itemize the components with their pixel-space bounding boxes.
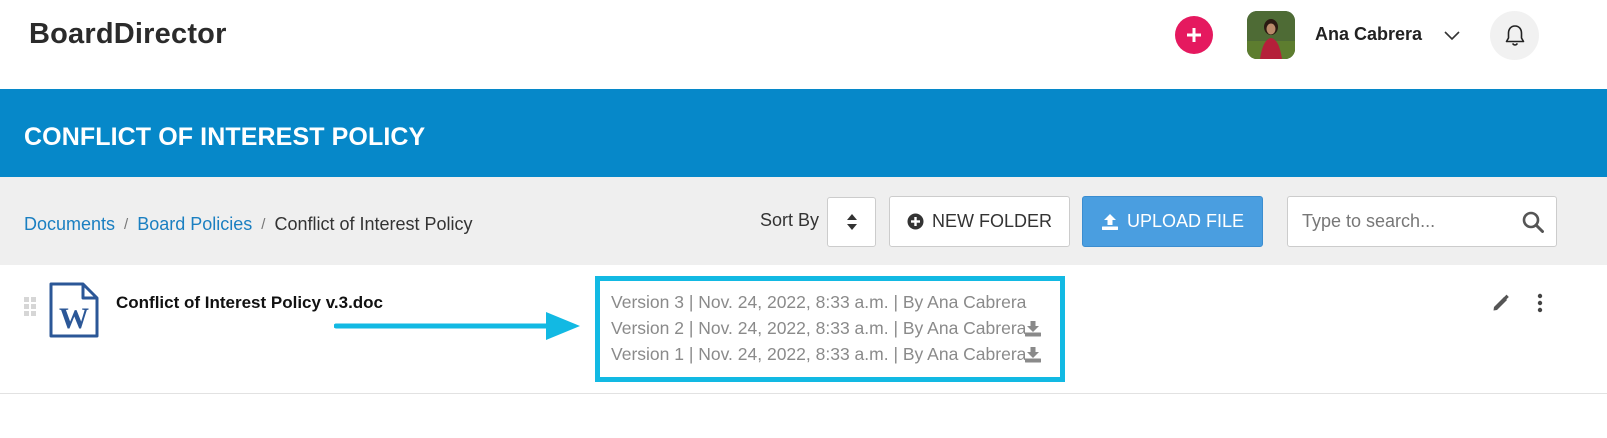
plus-icon bbox=[1187, 28, 1201, 42]
breadcrumb: Documents / Board Policies / Conflict of… bbox=[24, 214, 473, 235]
download-icon[interactable] bbox=[1024, 321, 1042, 337]
versions-highlight-box: Version 3 | Nov. 24, 2022, 8:33 a.m. | B… bbox=[595, 276, 1065, 382]
svg-text:W: W bbox=[59, 302, 89, 335]
drag-handle-icon[interactable] bbox=[24, 297, 37, 317]
new-folder-label: NEW FOLDER bbox=[931, 211, 1052, 231]
sort-icon bbox=[846, 214, 857, 230]
upload-file-button[interactable]: UPLOAD FILE bbox=[1082, 196, 1263, 247]
search-box bbox=[1287, 196, 1557, 247]
version-item[interactable]: Version 3 | Nov. 24, 2022, 8:33 a.m. | B… bbox=[611, 292, 1026, 313]
version-item[interactable]: Version 1 | Nov. 24, 2022, 8:33 a.m. | B… bbox=[611, 344, 1026, 365]
document-name[interactable]: Conflict of Interest Policy v.3.doc bbox=[116, 293, 383, 313]
arrow-annotation bbox=[334, 312, 580, 340]
plus-circle-icon bbox=[907, 213, 924, 230]
toolbar: Documents / Board Policies / Conflict of… bbox=[0, 177, 1607, 265]
page-title: CONFLICT OF INTEREST POLICY bbox=[24, 123, 426, 151]
sort-button[interactable] bbox=[827, 197, 876, 247]
download-icon[interactable] bbox=[1024, 347, 1042, 363]
search-input[interactable] bbox=[1302, 197, 1512, 246]
version-item[interactable]: Version 2 | Nov. 24, 2022, 8:33 a.m. | B… bbox=[611, 318, 1026, 339]
pencil-icon[interactable] bbox=[1492, 294, 1510, 312]
search-icon[interactable] bbox=[1522, 211, 1544, 233]
new-folder-button[interactable]: NEW FOLDER bbox=[889, 196, 1070, 247]
sort-label: Sort By bbox=[760, 210, 820, 230]
title-band: CONFLICT OF INTEREST POLICY bbox=[0, 89, 1607, 177]
avatar[interactable] bbox=[1247, 11, 1295, 59]
brand-logo[interactable]: BoardDirector bbox=[29, 18, 227, 51]
avatar-image bbox=[1247, 11, 1295, 59]
chevron-down-icon[interactable] bbox=[1442, 26, 1462, 44]
breadcrumb-separator: / bbox=[124, 216, 129, 233]
bell-icon bbox=[1505, 24, 1524, 46]
document-row[interactable]: W Conflict of Interest Policy v.3.doc Ve… bbox=[0, 265, 1607, 394]
upload-file-label: UPLOAD FILE bbox=[1126, 211, 1245, 231]
upload-icon bbox=[1101, 213, 1118, 230]
word-doc-icon[interactable]: W bbox=[49, 282, 99, 338]
user-name[interactable]: Ana Cabrera bbox=[1315, 24, 1422, 45]
breadcrumb-current: Conflict of Interest Policy bbox=[274, 214, 473, 234]
notifications-button[interactable] bbox=[1490, 11, 1539, 60]
more-vertical-icon[interactable] bbox=[1536, 293, 1544, 313]
top-bar: BoardDirector Ana Cabrera bbox=[0, 0, 1607, 89]
add-button[interactable] bbox=[1175, 16, 1213, 54]
breadcrumb-separator: / bbox=[261, 216, 266, 233]
breadcrumb-documents[interactable]: Documents bbox=[24, 214, 115, 235]
breadcrumb-board-policies[interactable]: Board Policies bbox=[137, 214, 252, 235]
